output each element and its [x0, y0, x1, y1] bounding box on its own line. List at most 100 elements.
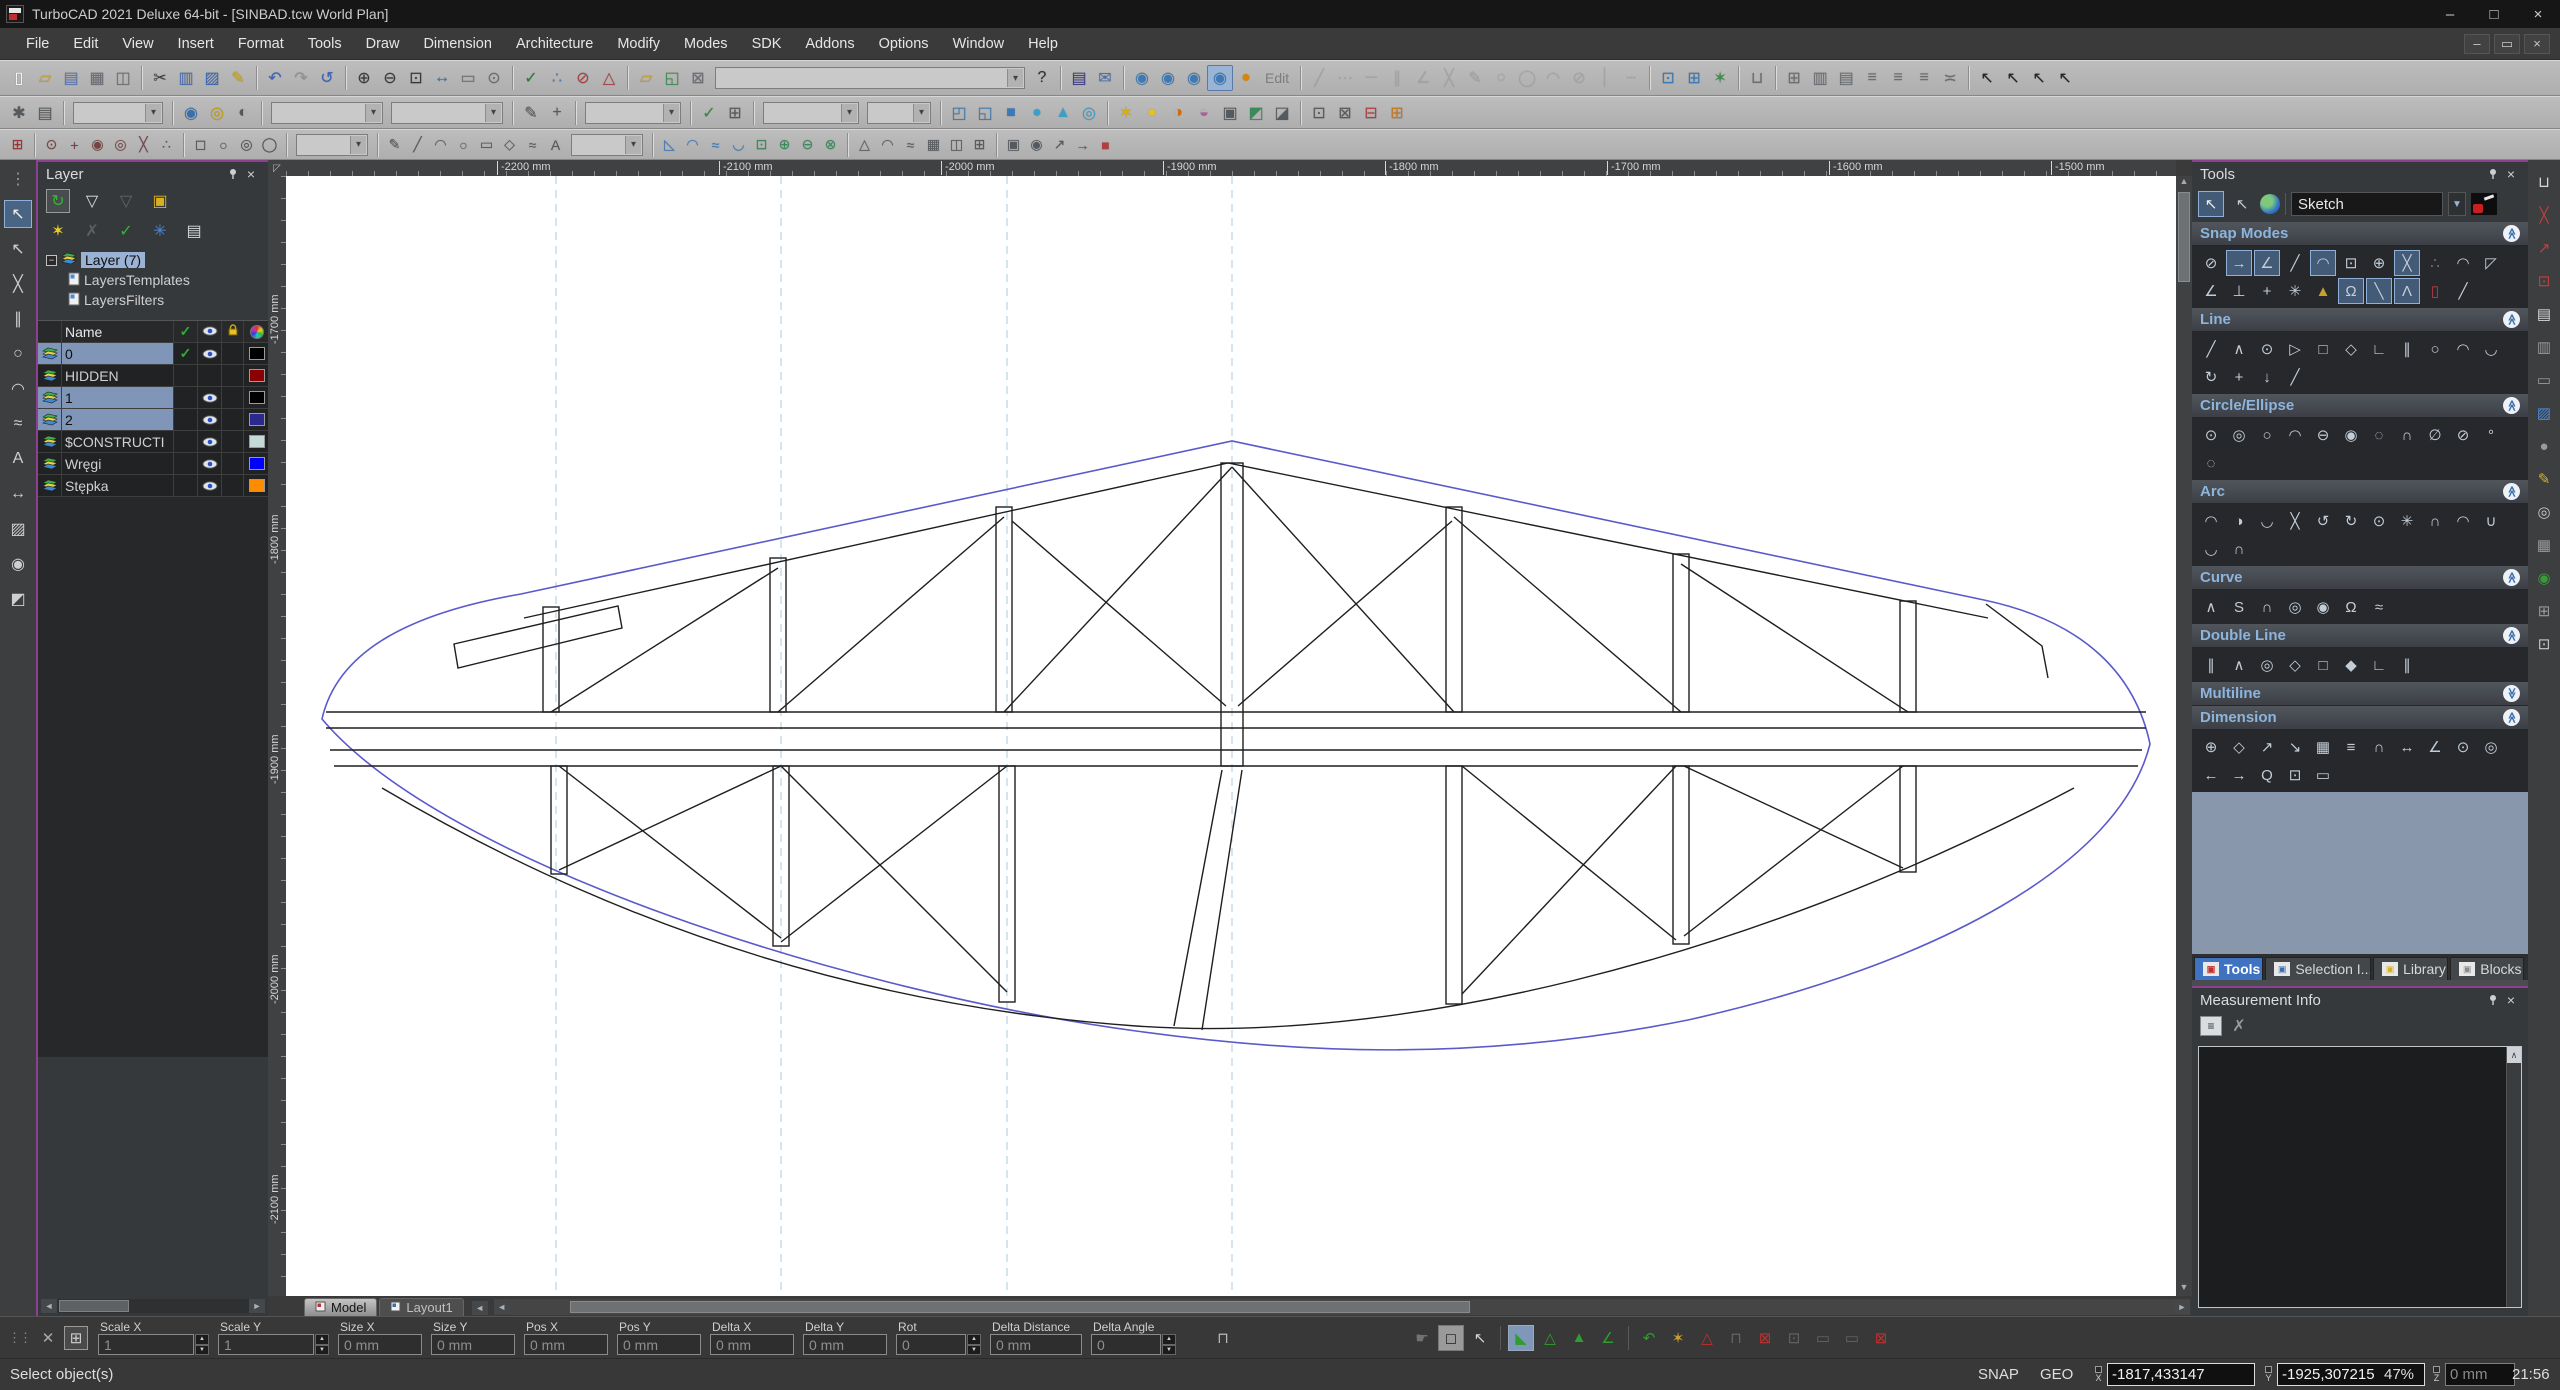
panel-tool-icon[interactable]: ▭ [2532, 368, 2556, 392]
copy-entity-icon[interactable]: ⊡ [2532, 269, 2556, 293]
light-ring-icon[interactable]: ◎ [204, 100, 230, 126]
circle-2point-icon[interactable]: ° [2478, 422, 2504, 448]
tree-item[interactable]: LayersFilters [38, 290, 268, 310]
dim-angular-icon[interactable]: ∠ [2422, 734, 2448, 760]
dropdown[interactable]: ▾ [867, 101, 931, 124]
chevron-down-icon[interactable]: ▾ [663, 103, 679, 122]
arc-complement-icon[interactable]: ◠ [2450, 508, 2476, 534]
snap-star-icon[interactable]: ✳ [2282, 278, 2308, 304]
layer-color-cell[interactable] [244, 409, 270, 430]
section-header-double-line[interactable]: Double Line ≪ [2192, 624, 2528, 648]
frame-dots-icon[interactable]: ⊡ [1781, 1325, 1807, 1351]
snap-intersection-icon[interactable]: ╳ [132, 133, 155, 156]
circle-tool-icon[interactable]: ○ [452, 133, 475, 156]
select-previous-icon[interactable]: ↶ [1636, 1325, 1662, 1351]
cursor-mode-3-icon[interactable]: ↖ [2026, 65, 2052, 91]
field-input[interactable]: 0 mm [710, 1334, 794, 1355]
chamfer-icon[interactable]: ↻ [2198, 364, 2224, 390]
bezier-icon[interactable]: S [2226, 594, 2252, 620]
edit-parallel-icon[interactable]: ∥ [1384, 65, 1410, 91]
edit-angle-icon[interactable]: ∠ [1410, 65, 1436, 91]
concentric-circle-icon[interactable]: ◎ [2226, 422, 2252, 448]
dim-datum-icon[interactable]: ▭ [2310, 762, 2336, 788]
mdi-minimize-button[interactable]: – [2464, 33, 2490, 54]
collapse-chevron-icon[interactable]: ≪ [2503, 311, 2520, 328]
edit-arc-icon[interactable]: ◠ [1540, 65, 1566, 91]
layer-visible-cell[interactable] [198, 409, 222, 430]
layer-color-cell[interactable] [244, 431, 270, 452]
curve-tool-icon[interactable]: ≈ [4, 410, 32, 438]
layer-row[interactable]: Stępka [38, 475, 270, 497]
circle-tool-icon[interactable]: ○ [4, 340, 32, 368]
text-tool-icon[interactable]: A [544, 133, 567, 156]
frame-select-icon[interactable]: ⊡ [2532, 632, 2556, 656]
publish-icon[interactable]: ◱ [659, 65, 685, 91]
polyline-icon[interactable]: ∧ [2226, 336, 2252, 362]
zoom-previous-icon[interactable]: ⊙ [481, 65, 507, 91]
layer-row[interactable]: $CONSTRUCTI [38, 431, 270, 453]
redline-icon[interactable]: △ [596, 65, 622, 91]
layer-lock-cell[interactable] [222, 453, 244, 474]
scroll-up-icon[interactable]: ∧ [2507, 1047, 2521, 1063]
parabola-icon[interactable]: ∩ [2254, 594, 2280, 620]
field-input[interactable]: 0 mm [617, 1334, 701, 1355]
select-icon[interactable]: ↖ [4, 200, 32, 228]
dropdown[interactable]: ▾ [73, 101, 163, 124]
snap-slope-icon[interactable]: ╱ [2450, 278, 2476, 304]
hull-structure[interactable] [326, 462, 2146, 1031]
color-swatch[interactable] [248, 369, 265, 382]
tree-root-row[interactable]: − Layer (7) [38, 250, 268, 270]
node-select-icon[interactable]: ↖ [4, 235, 32, 263]
palette-tab-library[interactable]: ▣ Library [2373, 957, 2449, 980]
arc-tool-icon[interactable]: ◠ [4, 375, 32, 403]
color-swatch[interactable] [248, 391, 265, 404]
dim-rotated-icon[interactable]: ↗ [2254, 734, 2280, 760]
snap-angle-icon[interactable]: ∠ [2198, 278, 2224, 304]
color-swatch[interactable] [248, 479, 265, 492]
tangent-to-arc-icon[interactable]: ◡ [2478, 336, 2504, 362]
parallel-line-icon[interactable]: ∥ [2394, 336, 2420, 362]
menu-tools[interactable]: Tools [296, 32, 354, 56]
layer-lock-cell[interactable] [222, 409, 244, 430]
arc-tangent-icon[interactable]: ╳ [2282, 508, 2308, 534]
toolbar-handle[interactable]: ⋮⋮ [8, 1330, 32, 1346]
layer-row[interactable]: Wręgi [38, 453, 270, 475]
copy-icon[interactable]: ▥ [173, 65, 199, 91]
pick-point-icon[interactable]: ☛ [1409, 1325, 1435, 1351]
collapse-chevron-icon[interactable]: ≪ [2503, 627, 2520, 644]
table-columns-icon[interactable]: ▥ [1807, 65, 1833, 91]
edit-vline-icon[interactable]: │ [1592, 65, 1618, 91]
spin-up-icon[interactable]: ▲ [967, 1334, 981, 1345]
style-brush-icon[interactable] [2471, 193, 2497, 215]
spell-check-icon[interactable]: ✓ [518, 65, 544, 91]
spin-down-icon[interactable]: ▼ [967, 1344, 981, 1355]
collapse-chevron-icon[interactable]: ≪ [2503, 397, 2520, 414]
aperture-4-icon[interactable]: ◉ [1207, 65, 1233, 91]
dim-tolerance-icon[interactable]: Q [2254, 762, 2280, 788]
solid-torus-icon[interactable]: ◎ [1076, 100, 1102, 126]
select-tool-icon[interactable]: ↖ [2198, 191, 2224, 217]
layer-lock-cell[interactable] [222, 343, 244, 364]
chevron-down-icon[interactable]: ▾ [625, 135, 641, 154]
edit-circle-icon[interactable]: ○ [1488, 65, 1514, 91]
ortho-lock-icon[interactable]: ⊓ [1211, 1326, 1235, 1350]
field-input[interactable]: 1 [98, 1334, 194, 1355]
double-perpendicular-icon[interactable]: ∟ [2366, 652, 2392, 678]
grid-toggle-icon[interactable]: ⊞ [6, 133, 29, 156]
pick-add-icon[interactable]: ⊡ [1655, 65, 1681, 91]
color-swatch[interactable] [248, 413, 265, 426]
arc-tangent-curve-icon[interactable]: ◡ [2198, 536, 2224, 562]
dim-multileader-icon[interactable]: → [2226, 762, 2252, 788]
mirror-3d-icon[interactable]: ◫ [945, 133, 968, 156]
layer-visible-cell[interactable] [198, 343, 222, 364]
transform-copy-icon[interactable]: ⊞ [1681, 65, 1707, 91]
arc-3point-icon[interactable]: ↺ [2310, 508, 2336, 534]
pen-style-icon[interactable]: ✎ [518, 100, 544, 126]
snap-grid-icon[interactable]: ∴ [155, 133, 178, 156]
dim-diameter-icon[interactable]: ◎ [2478, 734, 2504, 760]
machine-props-icon[interactable]: ⊓ [1723, 1325, 1749, 1351]
env-map-icon[interactable]: ⊠ [1332, 100, 1358, 126]
render-icon[interactable]: ◩ [1243, 100, 1269, 126]
drawing-canvas[interactable] [286, 176, 2176, 1296]
extrude-icon[interactable]: ◺ [658, 133, 681, 156]
